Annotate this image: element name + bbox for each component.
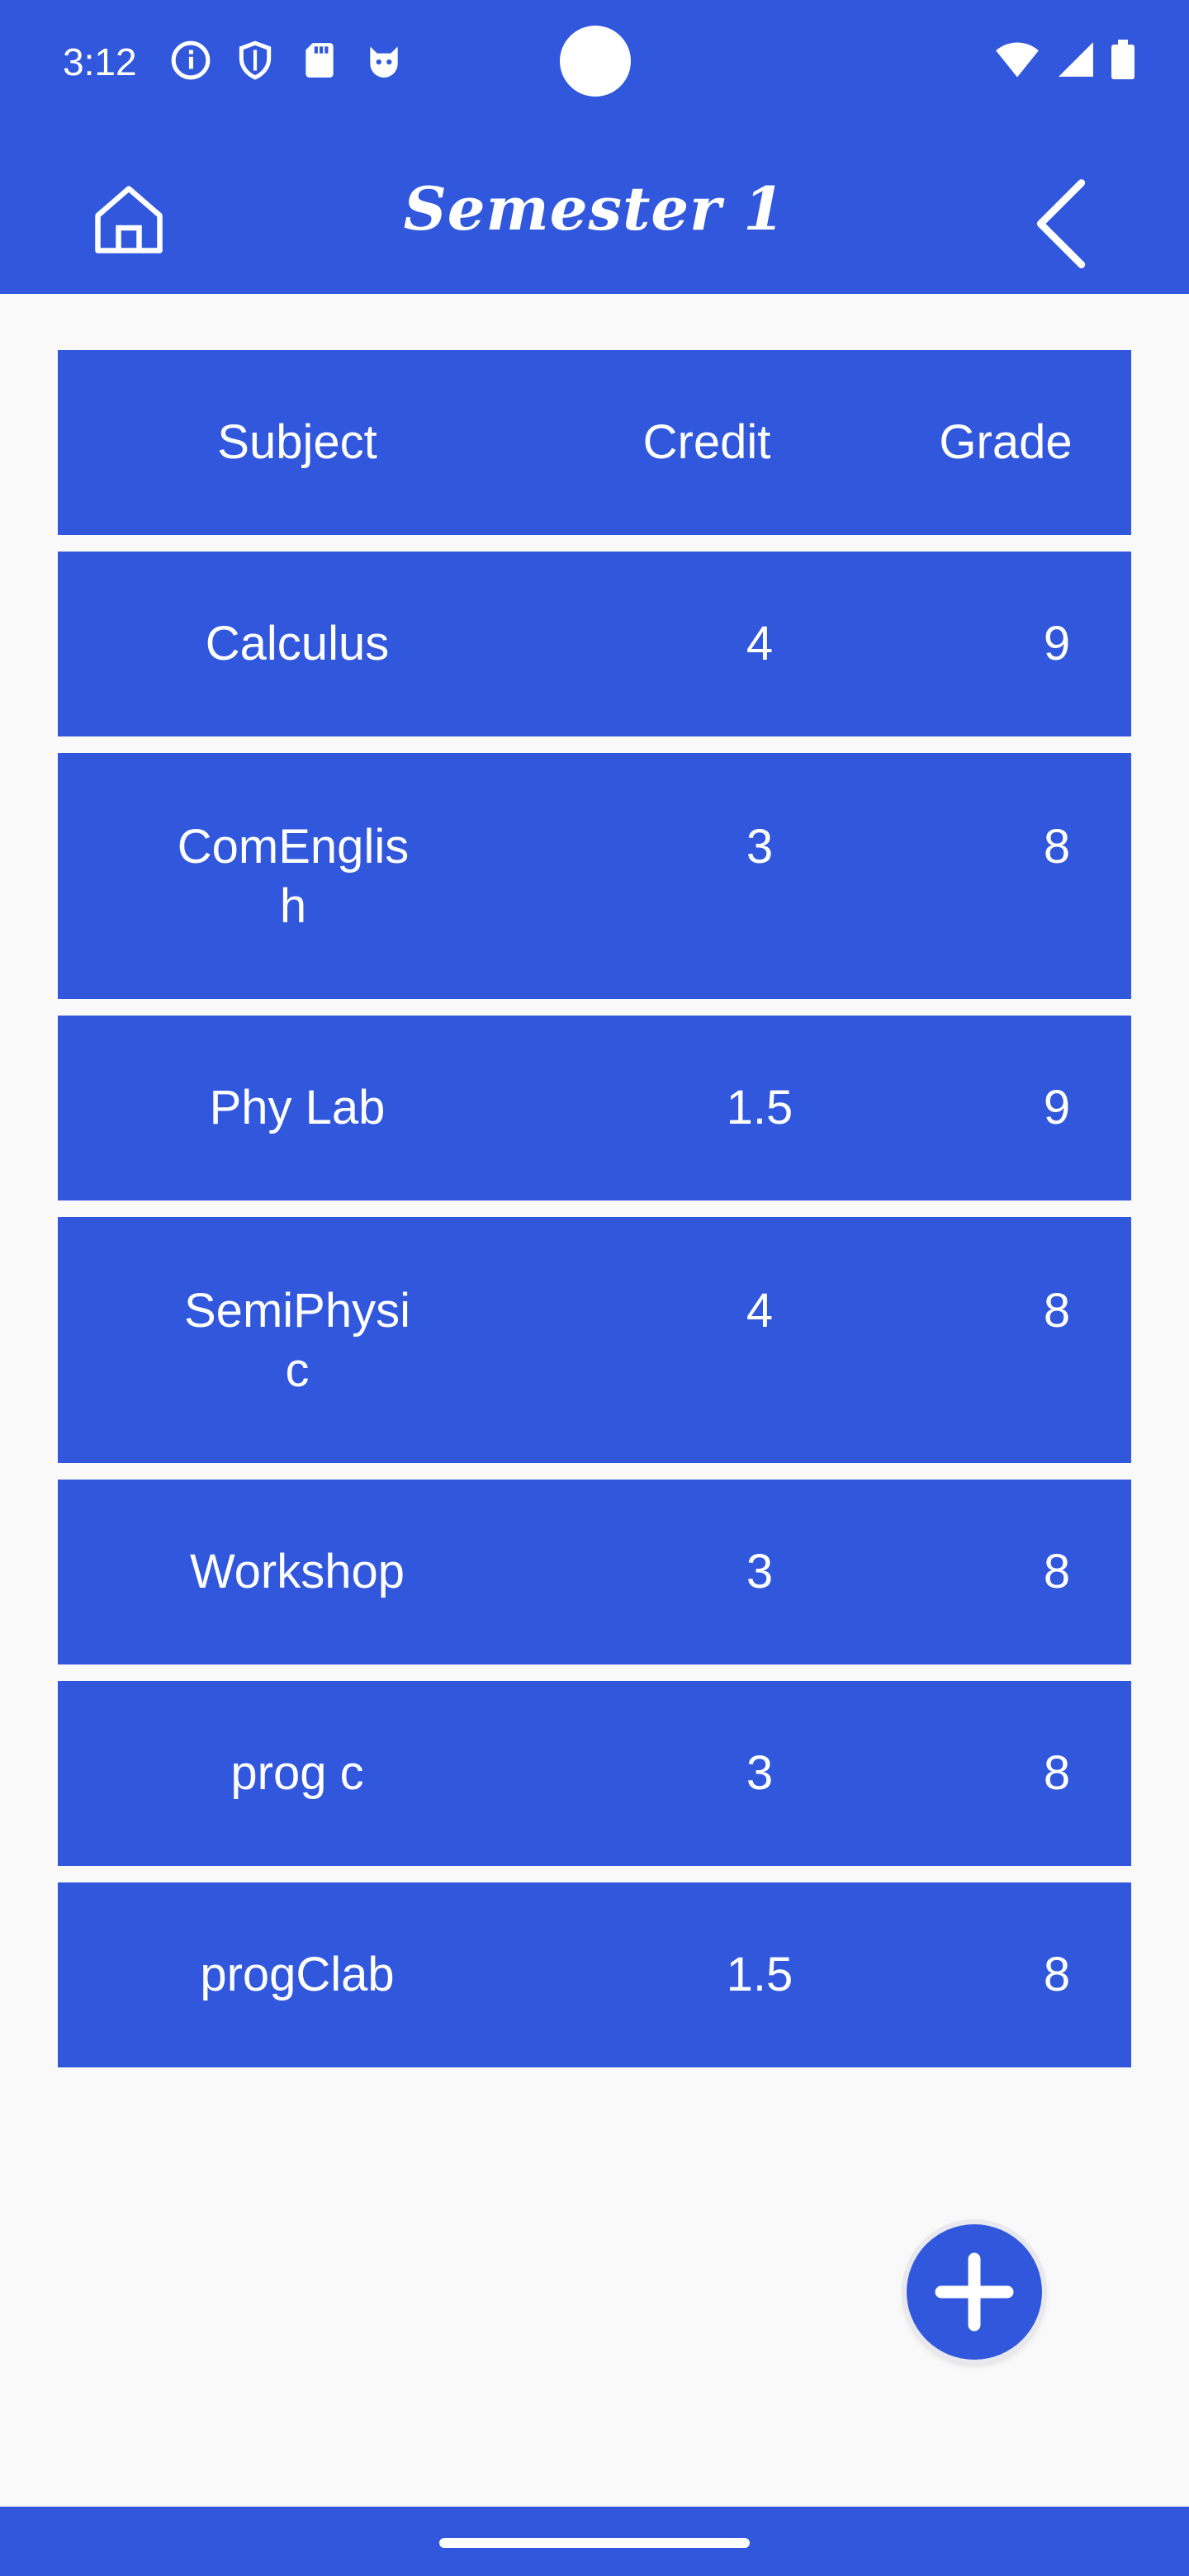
chevron-left-icon[interactable] xyxy=(1024,178,1098,269)
navigation-bar xyxy=(0,2507,1189,2576)
table-row[interactable]: Calculus 4 9 xyxy=(58,552,1131,736)
row-grade: 9 xyxy=(1043,1081,1071,1134)
table-row[interactable]: progClab 1.5 8 xyxy=(58,1882,1131,2067)
row-grade: 8 xyxy=(1043,1545,1071,1598)
wifi-icon xyxy=(996,42,1039,78)
page-title: Semester 1 xyxy=(403,173,786,244)
grades-table: Subject Credit Grade Calculus 4 9 ComEng… xyxy=(58,350,1131,2084)
shield-icon xyxy=(239,40,272,80)
table-row[interactable]: prog c 3 8 xyxy=(58,1681,1131,1866)
row-grade: 8 xyxy=(1043,1746,1071,1800)
info-icon xyxy=(171,40,211,80)
row-credit: 1.5 xyxy=(726,1948,793,2001)
header-grade: Grade xyxy=(939,415,1073,469)
table-row[interactable]: Phy Lab 1.5 9 xyxy=(58,1016,1131,1200)
row-subject: ComEnglish xyxy=(177,820,410,933)
row-credit: 3 xyxy=(746,1746,774,1800)
table-row[interactable]: SemiPhysic 4 8 xyxy=(58,1217,1131,1463)
row-subject: progClab xyxy=(200,1948,395,2001)
cat-face-icon xyxy=(370,46,398,78)
status-time: 3:12 xyxy=(63,40,137,83)
row-grade: 8 xyxy=(1043,1948,1071,2001)
app-bar: Semester 1 xyxy=(0,124,1189,294)
row-credit: 3 xyxy=(746,1545,774,1598)
header-credit: Credit xyxy=(642,415,771,469)
row-subject: Workshop xyxy=(189,1545,405,1598)
row-subject: prog c xyxy=(230,1746,364,1800)
status-bar: 3:12 xyxy=(0,0,1189,124)
row-subject: Phy Lab xyxy=(209,1081,386,1134)
plus-icon xyxy=(935,2252,1014,2332)
row-grade: 9 xyxy=(1043,617,1071,670)
table-row[interactable]: Workshop 3 8 xyxy=(58,1480,1131,1664)
row-credit: 1.5 xyxy=(726,1081,793,1134)
row-subject: SemiPhysic xyxy=(184,1284,410,1397)
add-subject-button[interactable] xyxy=(907,2224,1042,2360)
status-icons-right xyxy=(994,40,1135,79)
home-gesture-handle[interactable] xyxy=(439,2538,750,2548)
table-row[interactable]: ComEnglish 3 8 xyxy=(58,753,1131,999)
row-grade: 8 xyxy=(1043,1284,1071,1338)
signal-icon xyxy=(1059,42,1093,77)
row-subject: Calculus xyxy=(205,617,390,670)
battery-icon xyxy=(1111,40,1135,79)
row-credit: 3 xyxy=(746,820,774,874)
sd-card-icon xyxy=(306,43,334,78)
header-subject: Subject xyxy=(217,415,377,469)
table-header: Subject Credit Grade xyxy=(58,350,1131,535)
status-icons-left xyxy=(170,40,405,81)
row-credit: 4 xyxy=(746,617,774,670)
camera-cutout xyxy=(560,26,631,97)
row-credit: 4 xyxy=(746,1284,774,1338)
row-grade: 8 xyxy=(1043,820,1071,874)
